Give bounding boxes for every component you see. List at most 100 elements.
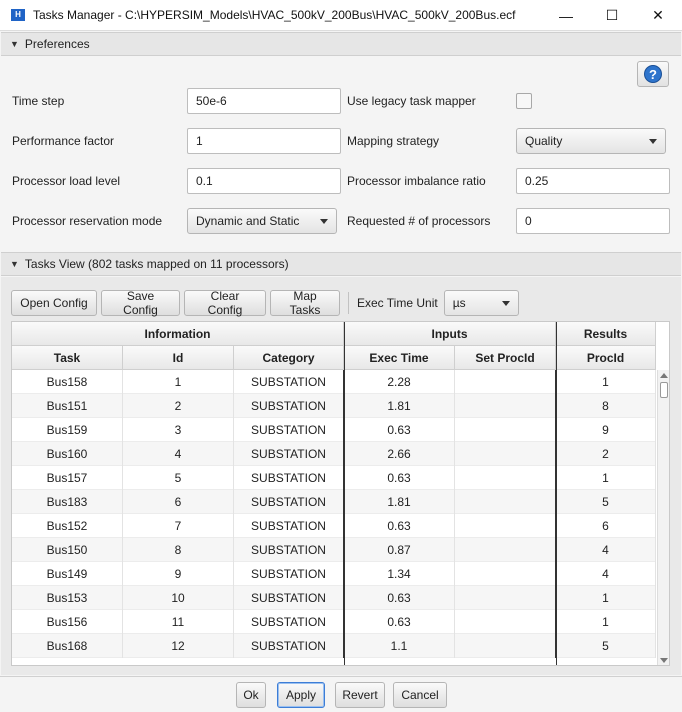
table-row[interactable]: Bus157 5 SUBSTATION 0.63 1 [12,466,656,490]
performance-factor-label: Performance factor [12,134,115,148]
column-header-task[interactable]: Task [12,346,123,370]
collapse-arrow-icon: ▼ [10,39,19,49]
tasks-view-header[interactable]: ▼ Tasks View (802 tasks mapped on 11 pro… [1,252,681,276]
revert-button[interactable]: Revert [335,682,385,708]
column-header-id[interactable]: Id [123,346,234,370]
chevron-down-icon [320,219,328,224]
cell-set-procid[interactable] [455,370,556,394]
legacy-task-mapper-checkbox[interactable] [516,93,532,109]
cell-category: SUBSTATION [234,586,344,610]
cell-procid: 1 [556,610,656,634]
cell-set-procid[interactable] [455,514,556,538]
app-icon: H [11,9,25,21]
cell-set-procid[interactable] [455,418,556,442]
cell-task: Bus156 [12,610,123,634]
cell-task: Bus153 [12,586,123,610]
preferences-header[interactable]: ▼ Preferences [1,32,681,56]
chevron-down-icon [501,301,510,306]
cell-category: SUBSTATION [234,610,344,634]
ok-button[interactable]: Ok [236,682,266,708]
table-row[interactable]: Bus150 8 SUBSTATION 0.87 4 [12,538,656,562]
table-scrollbar[interactable] [657,370,669,665]
tasks-table: Information Inputs Results Task Id Categ… [11,321,670,666]
cell-set-procid[interactable] [455,538,556,562]
column-header-category[interactable]: Category [234,346,344,370]
cell-category: SUBSTATION [234,514,344,538]
cell-task: Bus157 [12,466,123,490]
cell-set-procid[interactable] [455,562,556,586]
cell-set-procid[interactable] [455,586,556,610]
group-header-results: Results [556,322,656,346]
cell-category: SUBSTATION [234,562,344,586]
processor-reservation-mode-value: Dynamic and Static [196,214,300,228]
cell-set-procid[interactable] [455,394,556,418]
cell-procid: 5 [556,634,656,658]
cell-category: SUBSTATION [234,394,344,418]
cell-set-procid[interactable] [455,442,556,466]
table-row[interactable]: Bus168 12 SUBSTATION 1.1 5 [12,634,656,658]
cell-set-procid[interactable] [455,634,556,658]
cell-category: SUBSTATION [234,370,344,394]
cell-set-procid[interactable] [455,490,556,514]
apply-button[interactable]: Apply [277,682,325,708]
cell-procid: 1 [556,586,656,610]
table-row[interactable]: Bus159 3 SUBSTATION 0.63 9 [12,418,656,442]
cell-exec-time: 0.63 [344,418,455,442]
column-header-row: Task Id Category Exec Time Set ProcId Pr… [12,346,656,370]
table-row[interactable]: Bus153 10 SUBSTATION 0.63 1 [12,586,656,610]
group-header-inputs: Inputs [344,322,556,346]
chevron-down-icon [649,139,657,144]
scroll-up-icon[interactable] [660,373,668,378]
group-header-information: Information [12,322,344,346]
scroll-down-icon[interactable] [660,658,668,663]
column-header-set-procid[interactable]: Set ProcId [455,346,556,370]
cell-set-procid[interactable] [455,466,556,490]
collapse-arrow-icon: ▼ [10,259,19,269]
close-button[interactable]: ✕ [635,0,681,31]
tasks-view-title: Tasks View (802 tasks mapped on 11 proce… [24,257,289,271]
table-row[interactable]: Bus183 6 SUBSTATION 1.81 5 [12,490,656,514]
minimize-button[interactable]: — [543,0,589,31]
cell-category: SUBSTATION [234,634,344,658]
processor-load-level-input[interactable]: 0.1 [187,168,341,194]
cell-id: 3 [123,418,234,442]
table-row[interactable]: Bus151 2 SUBSTATION 1.81 8 [12,394,656,418]
cell-set-procid[interactable] [455,610,556,634]
table-row[interactable]: Bus158 1 SUBSTATION 2.28 1 [12,370,656,394]
column-header-exec-time[interactable]: Exec Time [344,346,455,370]
cell-exec-time: 2.28 [344,370,455,394]
cell-procid: 9 [556,418,656,442]
map-tasks-button[interactable]: Map Tasks [270,289,340,317]
maximize-button[interactable]: ☐ [589,0,635,31]
performance-factor-input[interactable]: 1 [187,128,341,154]
cell-task: Bus159 [12,418,123,442]
cell-procid: 4 [556,562,656,586]
cell-category: SUBSTATION [234,466,344,490]
column-header-procid[interactable]: ProcId [556,346,656,370]
help-button[interactable]: ? [637,61,669,87]
cancel-button[interactable]: Cancel [393,682,447,708]
scroll-thumb[interactable] [660,382,668,398]
cell-procid: 1 [556,466,656,490]
table-row[interactable]: Bus152 7 SUBSTATION 0.63 6 [12,514,656,538]
table-row[interactable]: Bus160 4 SUBSTATION 2.66 2 [12,442,656,466]
dialog-button-bar: Ok Apply Revert Cancel [0,676,682,712]
cell-task: Bus160 [12,442,123,466]
table-row[interactable]: Bus149 9 SUBSTATION 1.34 4 [12,562,656,586]
close-icon: ✕ [652,7,664,23]
cell-procid: 6 [556,514,656,538]
cell-id: 10 [123,586,234,610]
save-config-button[interactable]: Save Config [101,289,180,317]
table-row[interactable]: Bus156 11 SUBSTATION 0.63 1 [12,610,656,634]
mapping-strategy-select[interactable]: Quality [516,128,666,154]
time-step-input[interactable]: 50e-6 [187,88,341,114]
open-config-button[interactable]: Open Config [11,290,97,316]
clear-config-button[interactable]: Clear Config [184,289,266,317]
exec-time-unit-select[interactable]: µs [443,290,519,316]
requested-processors-input[interactable]: 0 [516,208,670,234]
processor-imbalance-ratio-label: Processor imbalance ratio [347,174,486,188]
maximize-icon: ☐ [605,7,619,23]
processor-imbalance-ratio-input[interactable]: 0.25 [516,168,670,194]
cell-category: SUBSTATION [234,490,344,514]
processor-reservation-mode-select[interactable]: Dynamic and Static [187,208,337,234]
